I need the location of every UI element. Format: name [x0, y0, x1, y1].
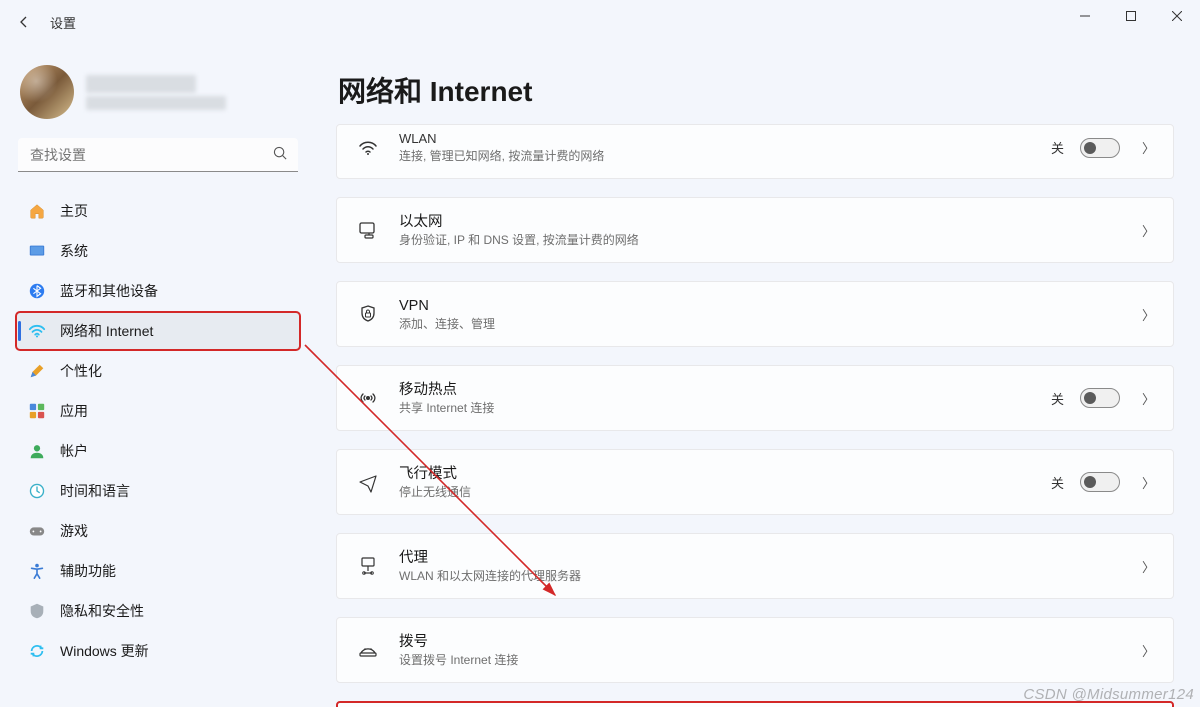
nav-label: 时间和语言 — [60, 481, 130, 501]
nav-item-accounts[interactable]: 帐户 — [16, 432, 300, 470]
card-proxy[interactable]: 代理 WLAN 和以太网连接的代理服务器 〉 — [336, 533, 1174, 599]
profile-text — [86, 72, 296, 113]
minimize-button[interactable] — [1062, 0, 1108, 32]
settings-list: WLAN 连接, 管理已知网络, 按流量计费的网络 关 〉 以太网 身份验证, … — [336, 124, 1174, 707]
card-subtitle: 设置拨号 Internet 连接 — [399, 653, 1136, 669]
nav: 主页 系统 蓝牙和其他设备 网络和 Internet 个性化 应用 — [16, 192, 300, 670]
close-button[interactable] — [1154, 0, 1200, 32]
card-title: WLAN — [399, 131, 1051, 148]
nav-label: 游戏 — [60, 521, 88, 541]
nav-label: 辅助功能 — [60, 561, 116, 581]
titlebar: 设置 — [0, 0, 1200, 44]
wlan-toggle[interactable] — [1080, 138, 1120, 158]
vpn-icon — [355, 303, 381, 325]
card-wlan[interactable]: WLAN 连接, 管理已知网络, 按流量计费的网络 关 〉 — [336, 124, 1174, 179]
update-icon — [28, 642, 46, 660]
personalization-icon — [28, 362, 46, 380]
home-icon — [28, 202, 46, 220]
system-icon — [28, 242, 46, 260]
nav-item-personalization[interactable]: 个性化 — [16, 352, 300, 390]
back-button[interactable] — [4, 2, 44, 42]
nav-item-update[interactable]: Windows 更新 — [16, 632, 300, 670]
nav-label: 帐户 — [60, 441, 88, 461]
nav-item-network[interactable]: 网络和 Internet — [16, 312, 300, 350]
page-heading: 网络和 Internet — [338, 70, 1174, 110]
accounts-icon — [28, 442, 46, 460]
sidebar: 主页 系统 蓝牙和其他设备 网络和 Internet 个性化 应用 — [0, 44, 310, 707]
card-ethernet[interactable]: 以太网 身份验证, IP 和 DNS 设置, 按流量计费的网络 〉 — [336, 197, 1174, 263]
hotspot-icon — [355, 387, 381, 409]
toggle-label: 关 — [1051, 473, 1064, 492]
card-title: 以太网 — [399, 213, 1136, 232]
nav-item-accessibility[interactable]: 辅助功能 — [16, 552, 300, 590]
toggle-label: 关 — [1051, 138, 1064, 157]
card-dialup[interactable]: 拨号 设置拨号 Internet 连接 〉 — [336, 617, 1174, 683]
card-title: 拨号 — [399, 633, 1136, 652]
card-subtitle: 添加、连接、管理 — [399, 317, 1136, 333]
card-title: VPN — [399, 297, 1136, 316]
privacy-icon — [28, 602, 46, 620]
nav-item-system[interactable]: 系统 — [16, 232, 300, 270]
chevron-right-icon: 〉 — [1142, 389, 1155, 408]
nav-label: 主页 — [60, 201, 88, 221]
nav-label: 隐私和安全性 — [60, 601, 144, 621]
search — [18, 138, 298, 172]
card-subtitle: WLAN 和以太网连接的代理服务器 — [399, 569, 1136, 585]
chevron-right-icon: 〉 — [1142, 641, 1155, 660]
card-subtitle: 连接, 管理已知网络, 按流量计费的网络 — [399, 149, 1051, 165]
airplane-toggle[interactable] — [1080, 472, 1120, 492]
nav-label: 系统 — [60, 241, 88, 261]
card-subtitle: 停止无线通信 — [399, 485, 1051, 501]
nav-item-home[interactable]: 主页 — [16, 192, 300, 230]
chevron-right-icon: 〉 — [1142, 221, 1155, 240]
accessibility-icon — [28, 562, 46, 580]
toggle-label: 关 — [1051, 389, 1064, 408]
watermark: CSDN @Midsummer124 — [1023, 686, 1194, 703]
card-title: 移动热点 — [399, 381, 1051, 400]
proxy-icon — [355, 555, 381, 577]
card-subtitle: 共享 Internet 连接 — [399, 401, 1051, 417]
nav-item-apps[interactable]: 应用 — [16, 392, 300, 430]
card-subtitle: 身份验证, IP 和 DNS 设置, 按流量计费的网络 — [399, 233, 1136, 249]
hotspot-toggle[interactable] — [1080, 388, 1120, 408]
maximize-button[interactable] — [1108, 0, 1154, 32]
nav-label: 应用 — [60, 401, 88, 421]
time-icon — [28, 482, 46, 500]
nav-item-privacy[interactable]: 隐私和安全性 — [16, 592, 300, 630]
nav-label: 个性化 — [60, 361, 102, 381]
card-airplane[interactable]: 飞行模式 停止无线通信 关 〉 — [336, 449, 1174, 515]
main: 网络和 Internet WLAN 连接, 管理已知网络, 按流量计费的网络 关… — [310, 44, 1200, 707]
wifi-icon — [355, 137, 381, 159]
nav-item-bluetooth[interactable]: 蓝牙和其他设备 — [16, 272, 300, 310]
card-hotspot[interactable]: 移动热点 共享 Internet 连接 关 〉 — [336, 365, 1174, 431]
network-icon — [28, 322, 46, 340]
bluetooth-icon — [28, 282, 46, 300]
gaming-icon — [28, 522, 46, 540]
chevron-right-icon: 〉 — [1142, 557, 1155, 576]
chevron-right-icon: 〉 — [1142, 138, 1155, 157]
window-title: 设置 — [50, 13, 76, 32]
airplane-icon — [355, 471, 381, 493]
ethernet-icon — [355, 219, 381, 241]
card-title: 代理 — [399, 549, 1136, 568]
dialup-icon — [355, 639, 381, 661]
apps-icon — [28, 402, 46, 420]
chevron-right-icon: 〉 — [1142, 473, 1155, 492]
card-vpn[interactable]: VPN 添加、连接、管理 〉 — [336, 281, 1174, 347]
nav-item-time[interactable]: 时间和语言 — [16, 472, 300, 510]
nav-item-gaming[interactable]: 游戏 — [16, 512, 300, 550]
chevron-right-icon: 〉 — [1142, 305, 1155, 324]
profile[interactable] — [20, 64, 296, 120]
window-controls — [1062, 0, 1200, 32]
nav-label: 蓝牙和其他设备 — [60, 281, 158, 301]
search-icon — [273, 146, 288, 164]
nav-label: Windows 更新 — [60, 641, 149, 661]
avatar — [20, 65, 74, 119]
card-title: 飞行模式 — [399, 465, 1051, 484]
search-input[interactable] — [18, 138, 298, 172]
nav-label: 网络和 Internet — [60, 321, 153, 341]
